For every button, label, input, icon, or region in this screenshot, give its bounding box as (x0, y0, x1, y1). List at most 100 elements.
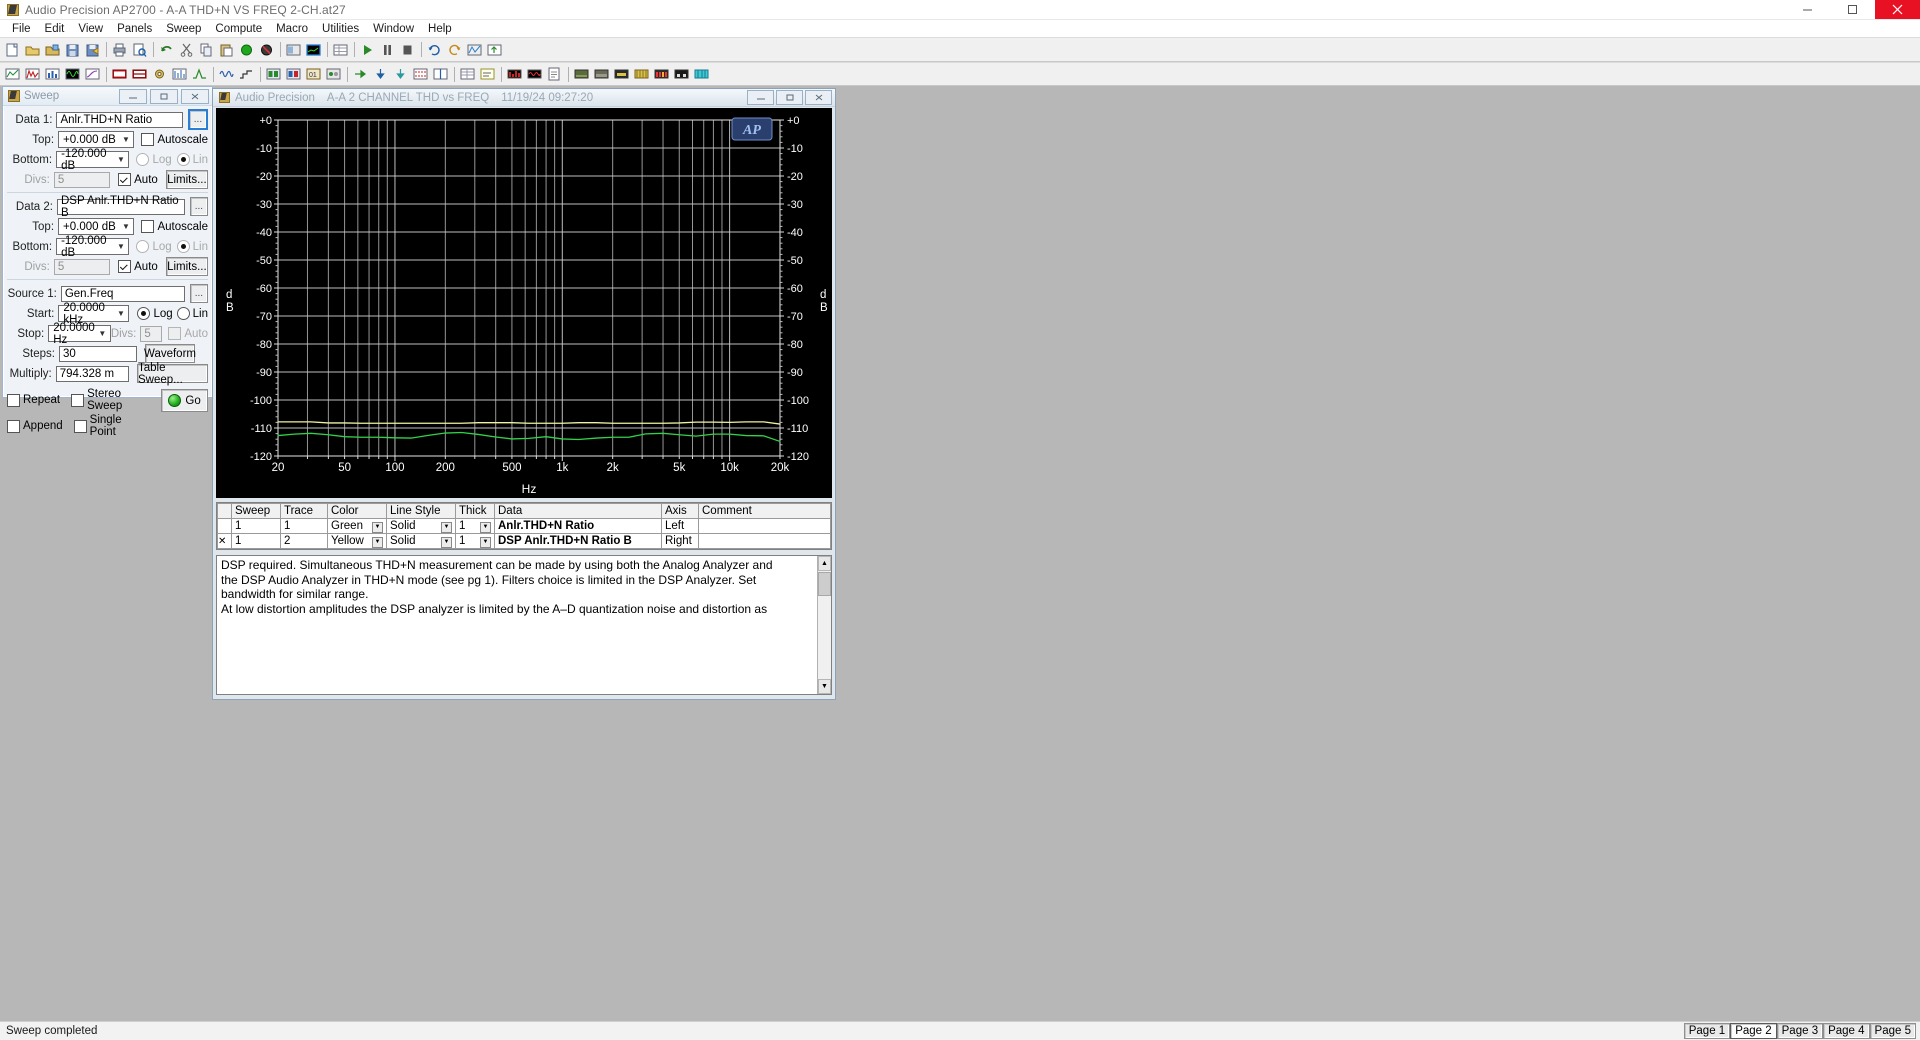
cursor-icon[interactable] (431, 65, 450, 83)
data2-autoscale-checkbox[interactable] (141, 220, 155, 233)
data1-autoscale[interactable]: Autoscale (141, 133, 208, 146)
new-icon[interactable] (3, 41, 22, 59)
print-icon[interactable] (110, 41, 129, 59)
append-checkbox[interactable] (7, 419, 20, 433)
scrollbar-track[interactable] (818, 596, 831, 679)
data2-log-radio[interactable]: Log (136, 240, 172, 253)
save-icon[interactable] (63, 41, 82, 59)
sweep-divs-auto-checkbox[interactable] (168, 327, 182, 340)
plot-area[interactable]: +0 +0 -10 -10 -20 -20 -30 -30 -40 -40 -50 -50 -60 -60… (216, 108, 832, 498)
data2-autoscale[interactable]: Autoscale (141, 220, 208, 233)
open-icon[interactable] (23, 41, 42, 59)
scroll-up-icon[interactable]: ▲ (818, 556, 831, 571)
data1-limits-button[interactable]: Limits... (165, 170, 208, 189)
sweep-divs-input[interactable]: 5 (140, 325, 163, 342)
repeat-checkbox[interactable] (7, 393, 20, 407)
legend-row1-comment[interactable] (698, 518, 831, 534)
sweep-close-button[interactable] (181, 88, 209, 104)
comment-box[interactable]: DSP required. Simultaneous THD+N measure… (216, 555, 832, 695)
legend-row2-color[interactable]: ▼ Yellow (327, 533, 387, 549)
save-as-icon[interactable] (83, 41, 102, 59)
dio-icon[interactable]: 01 (304, 65, 323, 83)
legend-row1-sweep[interactable]: 1 (231, 518, 281, 534)
multiply-input[interactable]: 794.328 m (55, 365, 130, 382)
stop-record-icon[interactable] (257, 41, 276, 59)
page-tab-4[interactable]: Page 4 (1823, 1023, 1870, 1039)
data2-divs-auto-checkbox[interactable] (118, 260, 132, 273)
loop-icon[interactable] (425, 41, 444, 59)
sine-icon[interactable] (217, 65, 236, 83)
legend-row2-style[interactable]: ▼ Solid (386, 533, 456, 549)
cut-icon[interactable] (177, 41, 196, 59)
scroll-down-icon[interactable]: ▼ (818, 679, 831, 694)
record-icon[interactable] (237, 41, 256, 59)
step-icon[interactable] (237, 65, 256, 83)
swatch-cyan-icon[interactable] (692, 65, 711, 83)
data2-log-radio-button[interactable] (136, 240, 150, 253)
minimize-button[interactable] (1785, 0, 1830, 19)
data-table-icon[interactable] (458, 65, 477, 83)
multitone-icon[interactable] (170, 65, 189, 83)
bandwidth-icon[interactable] (190, 65, 209, 83)
annotate-icon[interactable] (478, 65, 497, 83)
comment-scrollbar[interactable]: ▲ ▼ (817, 556, 831, 694)
scrollbar-thumb[interactable] (818, 572, 831, 596)
legend-row2-thick[interactable]: ▼ 1 (455, 533, 495, 549)
legend-row1-trace[interactable]: 1 (280, 518, 328, 534)
legend-row2-comment[interactable] (698, 533, 831, 549)
page-tab-1[interactable]: Page 1 (1683, 1023, 1731, 1039)
data2-divs-auto[interactable]: Auto (118, 260, 158, 273)
limits-icon[interactable] (411, 65, 430, 83)
trace-legend-table[interactable]: Sweep Trace Color Line Style Thick Data … (216, 502, 832, 550)
swatch-olive-icon[interactable] (572, 65, 591, 83)
dsp-gen-icon[interactable] (284, 65, 303, 83)
waveform-button[interactable]: Waveform (144, 344, 196, 363)
meter-stereo-icon[interactable] (130, 65, 149, 83)
run-icon[interactable] (358, 41, 377, 59)
legend-row2-select[interactable]: ✕ (217, 533, 232, 549)
data1-divs-input[interactable]: 5 (53, 171, 111, 188)
gear-icon[interactable] (150, 65, 169, 83)
bar-graph-icon[interactable] (43, 65, 62, 83)
swatch-dark-yellow-icon[interactable] (612, 65, 631, 83)
chevron-down-icon[interactable]: ▼ (372, 536, 383, 548)
comment-text[interactable]: DSP required. Simultaneous THD+N measure… (217, 556, 817, 694)
legend-row2-sweep[interactable]: 1 (231, 533, 281, 549)
page-tab-3[interactable]: Page 3 (1776, 1023, 1824, 1039)
panel-icon[interactable] (284, 41, 303, 59)
legend-row1-thick[interactable]: ▼ 1 (455, 518, 495, 534)
arrow-down-teal-icon[interactable] (391, 65, 410, 83)
data2-top-combo[interactable]: +0.000 dB ▼ (58, 218, 135, 235)
legend-row2-axis[interactable]: Right (661, 533, 699, 549)
chevron-down-icon[interactable]: ▼ (480, 536, 491, 548)
stop-combo[interactable]: 20.0000 Hz ▼ (48, 322, 111, 346)
data1-divs-auto-checkbox[interactable] (118, 173, 132, 186)
data1-log-radio-button[interactable] (136, 153, 150, 166)
menu-help[interactable]: Help (421, 22, 459, 36)
waveform-red-icon[interactable] (525, 65, 544, 83)
maximize-button[interactable] (1830, 0, 1875, 19)
sweep-minimize-button[interactable] (119, 88, 147, 104)
undo-icon[interactable] (157, 41, 176, 59)
export-csv-icon[interactable] (545, 65, 564, 83)
analyzer-graph-icon[interactable] (3, 65, 22, 83)
menu-window[interactable]: Window (366, 22, 421, 36)
data1-lin-radio-button[interactable] (176, 153, 190, 166)
pause-icon[interactable] (378, 41, 397, 59)
analog-gen-icon[interactable] (264, 65, 283, 83)
legend-row1-color[interactable]: ▼ Green (327, 518, 387, 534)
table-icon[interactable] (331, 41, 350, 59)
sweep-log-radio[interactable]: Log (137, 307, 173, 320)
graph-close-button[interactable] (805, 90, 832, 105)
menu-panels[interactable]: Panels (110, 22, 159, 36)
legend-row1-select[interactable] (217, 518, 232, 534)
stereo-sweep-checkbox[interactable] (71, 393, 85, 407)
menu-view[interactable]: View (71, 22, 110, 36)
waveform-display-icon[interactable] (63, 65, 82, 83)
arrow-right-green-icon[interactable] (351, 65, 370, 83)
page-tab-2[interactable]: Page 2 (1730, 1023, 1777, 1039)
fft-graph-icon[interactable] (23, 65, 42, 83)
swatch-red-bars-icon[interactable] (652, 65, 671, 83)
data2-browse-button[interactable]: ... (189, 197, 208, 216)
data1-input[interactable]: Anlr.THD+N Ratio (56, 111, 183, 128)
